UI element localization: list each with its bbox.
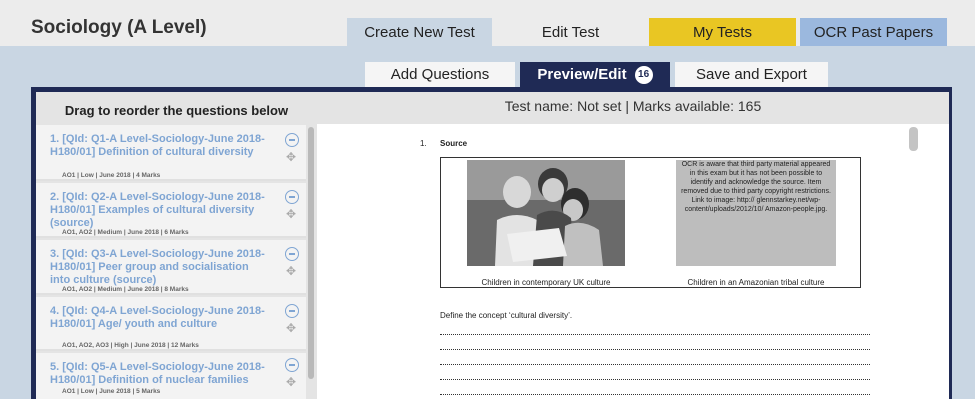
answer-line xyxy=(440,379,870,380)
list-item[interactable]: 2. [QId: Q2-A Level-Sociology-June 2018-… xyxy=(36,183,306,238)
tab-edit-test[interactable]: Edit Test xyxy=(496,18,645,46)
answer-line xyxy=(440,394,870,395)
remove-question-icon[interactable] xyxy=(285,133,299,147)
question-number: 1. xyxy=(420,139,427,148)
question-meta: AO1 | Low | June 2018 | 5 Marks xyxy=(62,388,161,395)
source-label: Source xyxy=(440,139,468,148)
question-prompt: Define the concept ‘cultural diversity’. xyxy=(440,311,573,320)
remove-question-icon[interactable] xyxy=(285,358,299,372)
caption-amazonian-culture: Children in an Amazonian tribal culture xyxy=(687,278,825,287)
preview-scroll-track xyxy=(922,124,949,399)
copyright-notice: OCR is aware that third party material a… xyxy=(681,161,831,213)
question-title[interactable]: 5. [QId: Q5-A Level-Sociology-June 2018-… xyxy=(50,361,265,387)
question-meta: AO1, AO2 | Medium | June 2018 | 6 Marks xyxy=(62,229,189,236)
answer-line xyxy=(440,364,870,365)
answer-line xyxy=(440,334,870,335)
question-meta: AO1 | Low | June 2018 | 4 Marks xyxy=(62,172,161,179)
drag-handle-icon[interactable]: ✥ xyxy=(286,208,296,220)
remove-question-icon[interactable] xyxy=(285,190,299,204)
test-info-text: Test name: Not set | Marks available: 16… xyxy=(504,98,762,114)
question-title[interactable]: 1. [QId: Q1-A Level-Sociology-June 2018-… xyxy=(50,133,265,159)
subtab-preview-label: Preview/Edit xyxy=(537,66,627,83)
caption-uk-culture: Children in contemporary UK culture xyxy=(481,278,611,287)
children-photo xyxy=(467,160,625,266)
question-count-badge: 16 xyxy=(634,65,653,84)
subject-title: Sociology (A Level) xyxy=(31,17,207,38)
question-meta: AO1, AO2, AO3 | High | June 2018 | 12 Ma… xyxy=(62,342,199,349)
remove-question-icon[interactable] xyxy=(285,247,299,261)
list-item[interactable]: 3. [QId: Q3-A Level-Sociology-June 2018-… xyxy=(36,240,306,295)
preview-scrollbar[interactable] xyxy=(909,127,918,151)
remove-question-icon[interactable] xyxy=(285,304,299,318)
question-title[interactable]: 3. [QId: Q3-A Level-Sociology-June 2018-… xyxy=(50,248,265,287)
list-item[interactable]: 5. [QId: Q5-A Level-Sociology-June 2018-… xyxy=(36,353,306,399)
tab-ocr-past-papers[interactable]: OCR Past Papers xyxy=(800,18,947,46)
question-title[interactable]: 2. [QId: Q2-A Level-Sociology-June 2018-… xyxy=(50,191,265,230)
list-item[interactable]: 4. [QId: Q4-A Level-Sociology-June 2018-… xyxy=(36,297,306,351)
drag-handle-icon[interactable]: ✥ xyxy=(286,265,296,277)
question-meta: AO1, AO2 | Medium | June 2018 | 8 Marks xyxy=(62,286,189,293)
drag-handle-icon[interactable]: ✥ xyxy=(286,151,296,163)
tab-my-tests[interactable]: My Tests xyxy=(649,18,796,46)
drag-handle-icon[interactable]: ✥ xyxy=(286,322,296,334)
subtab-preview-edit[interactable]: Preview/Edit 16 xyxy=(520,62,670,87)
tab-create-new-test[interactable]: Create New Test xyxy=(347,18,492,46)
answer-line xyxy=(440,349,870,350)
subtab-add-questions[interactable]: Add Questions xyxy=(365,62,515,87)
sidebar-heading: Drag to reorder the questions below xyxy=(64,103,289,118)
question-list: 1. [QId: Q1-A Level-Sociology-June 2018-… xyxy=(36,125,306,399)
question-title[interactable]: 4. [QId: Q4-A Level-Sociology-June 2018-… xyxy=(50,305,265,331)
sidebar-scrollbar[interactable] xyxy=(308,127,314,379)
drag-handle-icon[interactable]: ✥ xyxy=(286,376,296,388)
subtab-save-export[interactable]: Save and Export xyxy=(675,62,828,87)
list-item[interactable]: 1. [QId: Q1-A Level-Sociology-June 2018-… xyxy=(36,125,306,181)
